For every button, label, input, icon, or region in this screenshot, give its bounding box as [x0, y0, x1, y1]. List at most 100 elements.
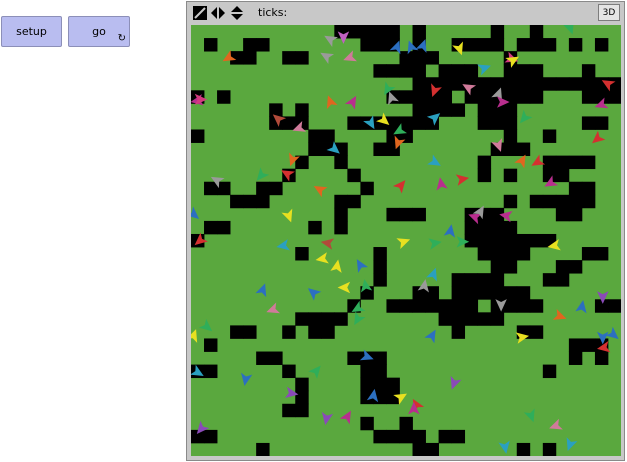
- patch-eaten: [438, 429, 453, 444]
- patch-eaten: [451, 64, 466, 78]
- patch-eaten: [399, 416, 413, 431]
- patch-eaten: [503, 116, 518, 130]
- patch-eaten: [256, 194, 270, 209]
- patch-eaten: [477, 38, 492, 52]
- patch-eaten: [503, 286, 518, 300]
- patch-eaten: [399, 299, 413, 313]
- patch-eaten: [204, 220, 218, 235]
- vertical-arrows-icon[interactable]: [229, 5, 245, 21]
- patch-eaten: [399, 90, 413, 104]
- setup-button-label: setup: [16, 25, 47, 38]
- patch-eaten: [308, 142, 322, 157]
- patch-eaten: [269, 103, 283, 117]
- patch-eaten: [529, 90, 544, 104]
- patch-eaten: [334, 220, 348, 235]
- patch-eaten: [594, 247, 609, 261]
- patch-eaten: [386, 429, 400, 444]
- patch-eaten: [282, 364, 296, 379]
- patch-eaten: [217, 220, 231, 235]
- patch-eaten: [490, 247, 505, 261]
- patch-eaten: [295, 312, 309, 326]
- patch-eaten: [581, 64, 596, 78]
- patch-eaten: [464, 286, 479, 300]
- resize-icon[interactable]: [192, 5, 208, 21]
- patch-eaten: [542, 364, 557, 379]
- patch-eaten: [282, 51, 296, 65]
- patch-eaten: [295, 247, 309, 261]
- patch-eaten: [334, 155, 348, 170]
- patch-eaten: [542, 155, 557, 170]
- patch-eaten: [490, 273, 505, 287]
- patch-eaten: [438, 312, 453, 326]
- patch-eaten: [204, 38, 218, 52]
- patch-eaten: [607, 90, 621, 104]
- patch-eaten: [334, 194, 348, 209]
- patch-eaten: [308, 220, 322, 235]
- patch-eaten: [503, 142, 518, 157]
- patch-eaten: [412, 429, 426, 444]
- patch-eaten: [490, 116, 505, 130]
- patch-eaten: [490, 286, 505, 300]
- patch-eaten: [295, 103, 309, 117]
- patch-eaten: [373, 377, 387, 392]
- patch-eaten: [451, 312, 466, 326]
- patch-eaten: [529, 64, 544, 78]
- horizontal-arrows-icon[interactable]: [210, 5, 226, 21]
- world-canvas[interactable]: [191, 25, 621, 456]
- patch-eaten: [399, 51, 413, 65]
- patch-eaten: [360, 25, 374, 39]
- patch-eaten: [568, 338, 583, 352]
- patch-eaten: [347, 351, 361, 365]
- patch-eaten: [256, 351, 270, 365]
- patch-eaten: [581, 247, 596, 261]
- patch-eaten: [399, 64, 413, 78]
- patch-eaten: [347, 168, 361, 183]
- patch-eaten: [477, 168, 492, 183]
- setup-button[interactable]: setup: [1, 16, 62, 47]
- patch-eaten: [243, 325, 257, 339]
- patch-eaten: [451, 77, 466, 91]
- patch-eaten: [334, 312, 348, 326]
- patch-eaten: [373, 247, 387, 261]
- patch-eaten: [568, 194, 583, 209]
- patch-eaten: [516, 299, 531, 313]
- patch-eaten: [347, 194, 361, 209]
- patch-eaten: [477, 273, 492, 287]
- patch-eaten: [503, 220, 518, 235]
- go-button-label: go: [92, 25, 106, 38]
- patch-eaten: [451, 325, 466, 339]
- patch-eaten: [555, 155, 570, 170]
- patch-eaten: [230, 194, 244, 209]
- patch-eaten: [373, 38, 387, 52]
- patch-eaten: [386, 299, 400, 313]
- patch-eaten: [555, 273, 570, 287]
- patch-eaten: [412, 25, 426, 39]
- patch-eaten: [516, 64, 531, 78]
- patch-eaten: [503, 168, 518, 183]
- patch-eaten: [321, 129, 335, 143]
- patch-eaten: [451, 103, 466, 117]
- patch-eaten: [568, 77, 583, 91]
- patch-eaten: [386, 25, 400, 39]
- patch-eaten: [581, 90, 596, 104]
- patch-eaten: [243, 38, 257, 52]
- patch-eaten: [581, 338, 596, 352]
- patch-eaten: [464, 273, 479, 287]
- go-button[interactable]: go ↻: [68, 16, 130, 47]
- patch-eaten: [412, 51, 426, 65]
- patch-eaten: [529, 194, 544, 209]
- patch-eaten: [503, 129, 518, 143]
- patch-eaten: [360, 377, 374, 392]
- 3d-view-button[interactable]: 3D: [598, 4, 620, 21]
- patch-eaten: [308, 129, 322, 143]
- patch-eaten: [204, 338, 218, 352]
- patch-eaten: [256, 181, 270, 196]
- patch-eaten: [581, 116, 596, 130]
- patch-eaten: [464, 38, 479, 52]
- patch-eaten: [594, 351, 609, 365]
- patch-eaten: [542, 77, 557, 91]
- patch-eaten: [204, 364, 218, 379]
- patch-eaten: [438, 299, 453, 313]
- patch-eaten: [568, 181, 583, 196]
- patch-eaten: [373, 142, 387, 157]
